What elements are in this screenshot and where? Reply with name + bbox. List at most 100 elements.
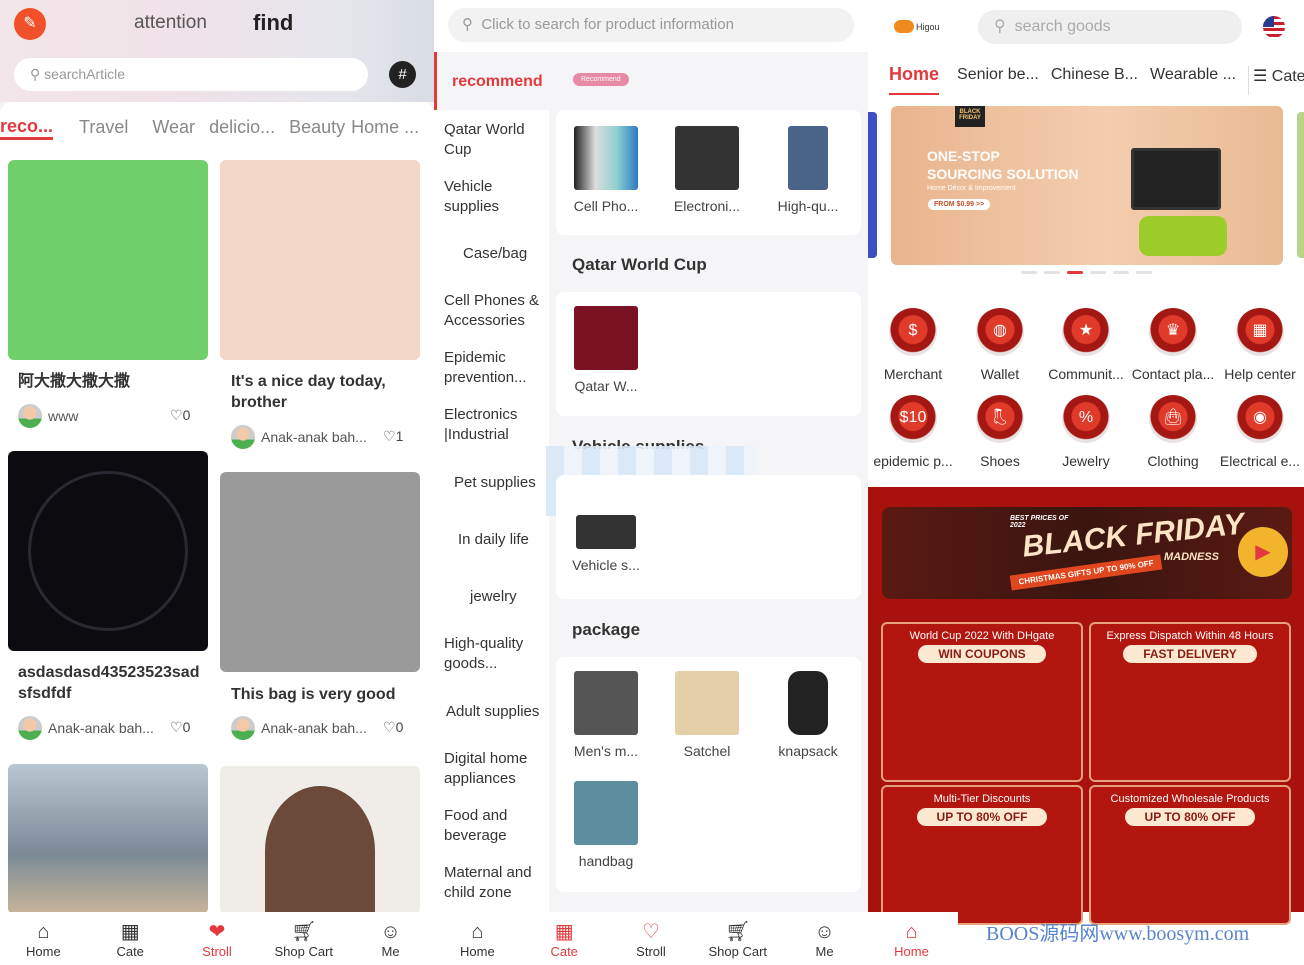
post-image[interactable] (220, 472, 420, 672)
promo-card[interactable]: World Cup 2022 With DHgate WIN COUPONS (881, 622, 1083, 782)
product-item[interactable]: Satchel (662, 671, 752, 759)
product-item[interactable]: Men's m... (561, 671, 651, 759)
category-tab[interactable]: Beauty (289, 117, 345, 138)
category-tab[interactable]: reco... (0, 115, 54, 140)
nav-cate[interactable]: ▦ Cate (87, 912, 174, 965)
sidebar-item[interactable]: Vehicle supplies (444, 177, 524, 217)
shortcut-merchant[interactable]: $ Merchant (870, 308, 956, 382)
sidebar-item[interactable]: Food and beverage (444, 806, 524, 846)
nav-home[interactable]: ⌂ Home (0, 912, 87, 965)
post-title[interactable]: This bag is very good (231, 684, 416, 705)
product-item[interactable]: knapsack (763, 671, 853, 759)
sidebar-item[interactable]: Maternal and child zone (444, 863, 544, 903)
nav-me[interactable]: ☺ Me (781, 912, 868, 965)
like-count[interactable]: ♡0 (383, 719, 403, 736)
category-tab[interactable]: Wear (152, 117, 195, 138)
shortcut-contact[interactable]: ♛ Contact pla... (1130, 308, 1216, 382)
topic-icon[interactable]: # (389, 61, 416, 88)
carousel-dot[interactable] (1021, 271, 1037, 274)
tab-cate[interactable]: ☰ Cate (1247, 66, 1304, 95)
product-item[interactable]: High-qu... (763, 126, 853, 214)
post-title[interactable]: 阿大撒大撒大撒 (18, 371, 203, 392)
promo-card[interactable]: Express Dispatch Within 48 Hours FAST DEL… (1089, 622, 1291, 782)
nav-stroll[interactable]: ♡ Stroll (608, 912, 695, 965)
product-item[interactable]: Cell Pho... (561, 126, 651, 214)
like-count[interactable]: ♡0 (170, 407, 190, 424)
post-image[interactable] (220, 160, 420, 360)
sidebar-item[interactable]: Cell Phones & Accessories (444, 291, 549, 331)
promo-card[interactable]: Customized Wholesale Products UP TO 80% O… (1089, 785, 1291, 925)
sidebar-item[interactable]: In daily life (458, 530, 563, 550)
home-icon: ⌂ (471, 921, 484, 943)
post-image[interactable] (8, 764, 208, 914)
play-icon[interactable]: ▶ (1238, 527, 1288, 577)
tab[interactable]: Senior be... (957, 66, 1039, 95)
coin-icon: $10 (889, 395, 937, 443)
sidebar-item[interactable]: Epidemic prevention... (444, 348, 539, 388)
category-tab[interactable]: Home ... (351, 117, 419, 138)
nav-home[interactable]: ⌂ Home (868, 912, 955, 965)
like-count[interactable]: ♡1 (383, 428, 403, 445)
carousel-dot[interactable] (1044, 271, 1060, 274)
tab[interactable]: Chinese B... (1051, 66, 1138, 95)
product-item[interactable]: Electroni... (662, 126, 752, 214)
product-item[interactable]: Qatar W... (561, 306, 651, 394)
us-flag-icon[interactable] (1263, 16, 1285, 38)
category-tabs: reco... Travel Wear delicio... Beauty Ho… (0, 102, 434, 152)
nav-stroll[interactable]: ❤ Stroll (174, 912, 261, 965)
logo: Higou (894, 20, 940, 33)
promo-card[interactable]: Multi-Tier Discounts UP TO 80% OFF (881, 785, 1083, 925)
carousel-dot[interactable] (1090, 271, 1106, 274)
nav-cate[interactable]: ▦ Cate (521, 912, 608, 965)
post-author[interactable]: www (18, 404, 78, 428)
shortcut-jewelry[interactable]: % Jewelry (1043, 395, 1129, 469)
search-input[interactable]: ⚲ Click to search for product informatio… (448, 8, 854, 42)
shortcut-help[interactable]: ▦ Help center (1217, 308, 1303, 382)
tab[interactable]: Wearable ... (1150, 66, 1236, 95)
banner-cta[interactable]: FROM $0.99 >> (928, 199, 991, 210)
category-tab[interactable]: Travel (79, 117, 128, 138)
post-author[interactable]: Anak-anak bah... (231, 425, 367, 449)
nav-shop-cart[interactable]: 🛒︎ Shop Cart (260, 912, 347, 965)
search-input[interactable]: ⚲ search goods (978, 10, 1242, 44)
sidebar-item[interactable]: Case/bag (463, 244, 568, 264)
shortcut-epidemic[interactable]: $10 epidemic p... (870, 395, 956, 469)
tab-home[interactable]: Home (889, 64, 940, 95)
carousel-dot[interactable] (1136, 271, 1152, 274)
search-input[interactable]: ⚲ searchArticle (14, 58, 368, 91)
shortcut-shoes[interactable]: 👢︎ Shoes (957, 395, 1043, 469)
shortcut-community[interactable]: ★ Communit... (1043, 308, 1129, 382)
sidebar-item[interactable]: Pet supplies (454, 473, 559, 493)
shortcut-wallet[interactable]: ◍ Wallet (957, 308, 1043, 382)
post-author[interactable]: Anak-anak bah... (18, 716, 154, 740)
tab-attention[interactable]: attention (134, 12, 207, 34)
post-title[interactable]: asdasdasd43523523sadsfsdfdf (18, 662, 203, 704)
sidebar-item[interactable]: High-quality goods... (444, 634, 539, 674)
edit-button[interactable]: ✎ (14, 8, 46, 40)
sidebar-item[interactable]: Qatar World Cup (444, 120, 549, 160)
tab-find[interactable]: find (253, 10, 293, 36)
hero-banner[interactable]: BLACK FRIDAY ONE-STOP SOURCING SOLUTION … (891, 106, 1283, 265)
post-image[interactable] (220, 766, 420, 916)
product-item[interactable]: Vehicle s... (561, 515, 651, 573)
shortcut-electrical[interactable]: ◉ Electrical e... (1217, 395, 1303, 469)
nav-home[interactable]: ⌂ Home (434, 912, 521, 965)
carousel-dot[interactable] (1067, 271, 1083, 274)
nav-shop-cart[interactable]: 🛒︎ Shop Cart (694, 912, 781, 965)
sidebar-item[interactable]: recommend (452, 72, 557, 92)
product-item[interactable]: handbag (561, 781, 651, 869)
sidebar-item[interactable]: Electronics |Industrial (444, 405, 524, 445)
sidebar-item[interactable]: Adult supplies (446, 702, 551, 722)
like-count[interactable]: ♡0 (170, 719, 190, 736)
shortcut-clothing[interactable]: 👜︎ Clothing (1130, 395, 1216, 469)
black-friday-banner[interactable]: BEST PRICES OF 2022 BLACK FRIDAY MADNESS… (882, 507, 1292, 599)
sidebar-item[interactable]: Digital home appliances (444, 749, 544, 789)
post-image[interactable] (8, 451, 208, 651)
product-box: Qatar W... (556, 292, 861, 416)
nav-me[interactable]: ☺ Me (347, 912, 434, 965)
post-title[interactable]: It's a nice day today, brother (231, 371, 416, 413)
category-tab[interactable]: delicio... (209, 117, 275, 138)
carousel-dot[interactable] (1113, 271, 1129, 274)
post-author[interactable]: Anak-anak bah... (231, 716, 367, 740)
post-image[interactable] (8, 160, 208, 360)
